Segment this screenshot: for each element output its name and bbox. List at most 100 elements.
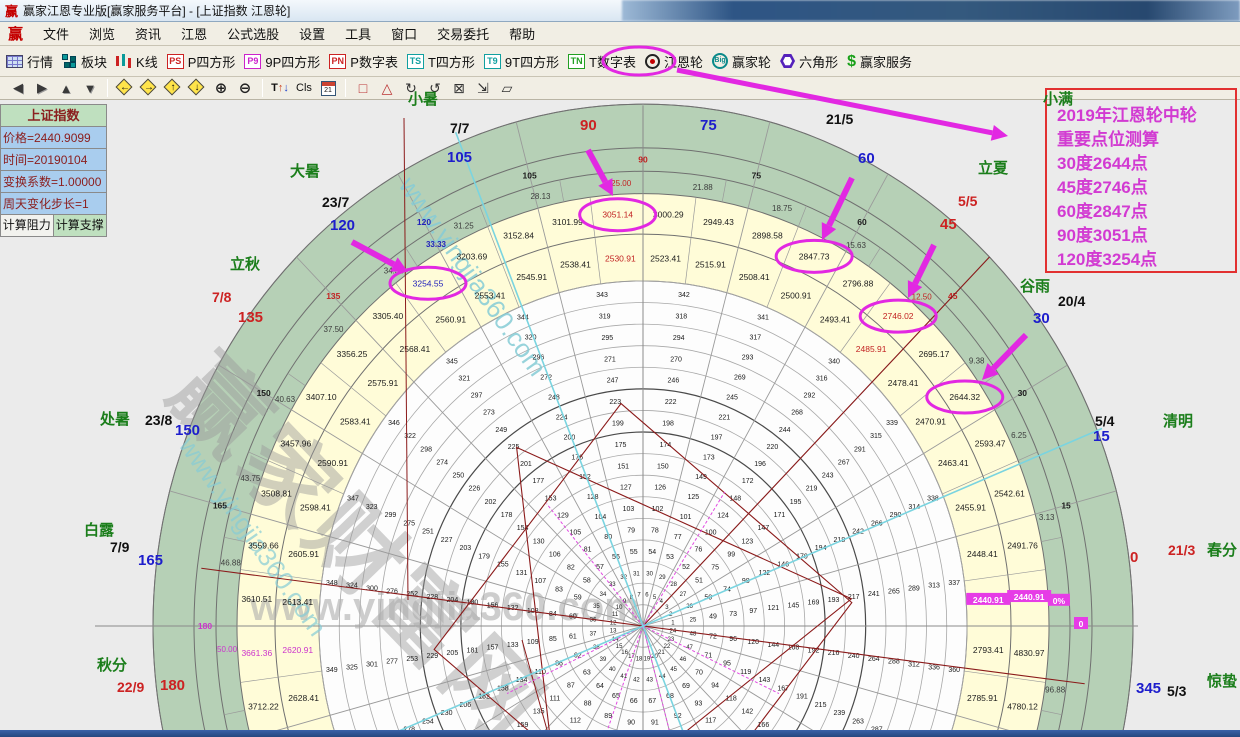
pan-right-button[interactable]: → — [137, 78, 161, 98]
menu-item-9[interactable]: 帮助 — [499, 22, 545, 45]
toolbar-button-赢家服务[interactable]: $赢家服务 — [847, 52, 912, 71]
toolbar-button-P四方形[interactable]: PSP四方形 — [167, 52, 236, 71]
toolbar-button-label: 赢家服务 — [860, 52, 912, 71]
menu-logo-icon: 赢 — [8, 23, 23, 44]
menu-item-8[interactable]: 交易委托 — [427, 22, 499, 45]
pan-left-button[interactable]: ← — [113, 78, 137, 98]
annotation-box: 2019年江恩轮中轮重要点位测算30度2644点45度2746点60度2847点… — [1045, 88, 1237, 273]
rotate-ccw-button[interactable]: ↺ — [423, 78, 447, 98]
zoom-in-icon: ⊕ — [215, 79, 228, 97]
toolbar-button-江恩轮[interactable]: 江恩轮 — [645, 52, 703, 71]
menu-item-2[interactable]: 资讯 — [125, 22, 171, 45]
zoom-out-button[interactable]: ⊖ — [233, 78, 257, 98]
time-value: 时间=20190104 — [1, 149, 106, 171]
toolbar-button-label: 江恩轮 — [664, 52, 703, 71]
toolbar-separator — [262, 79, 263, 97]
triangle-tool-button[interactable]: △ — [375, 78, 399, 98]
menu-item-1[interactable]: 浏览 — [79, 22, 125, 45]
nav-left-button[interactable]: ◀ — [6, 78, 30, 98]
menu-item-0[interactable]: 文件 — [33, 22, 79, 45]
annotation-line: 45度2746点 — [1057, 176, 1229, 200]
annotation-line: 2019年江恩轮中轮 — [1057, 104, 1229, 128]
toolbar-button-T数字表[interactable]: TN T数字表 — [568, 52, 636, 71]
menu-bar: 赢 文件浏览资讯江恩公式选股设置工具窗口交易委托帮助 — [0, 22, 1240, 46]
cls-icon: Cls — [296, 82, 312, 94]
toolbar-button-行情[interactable]: 行情 — [6, 52, 53, 71]
toolbar-button-label: T四方形 — [428, 52, 475, 71]
pn-badge-icon: PN — [329, 54, 346, 69]
app-logo-icon: 赢 — [5, 1, 18, 20]
kline-icon — [116, 54, 132, 69]
calc-resistance-button[interactable]: 计算阻力 — [1, 215, 54, 236]
menu-item-5[interactable]: 设置 — [289, 22, 335, 45]
toolbar-button-9P四方形[interactable]: P99P四方形 — [244, 52, 320, 71]
toolbar-separator — [107, 79, 108, 97]
annotation-line: 重要点位测算 — [1057, 128, 1229, 152]
nav-right-button[interactable]: ▶ — [30, 78, 54, 98]
select-tool-button[interactable]: ▱ — [495, 78, 519, 98]
menu-item-3[interactable]: 江恩 — [171, 22, 217, 45]
annotation-line: 30度2644点 — [1057, 152, 1229, 176]
menu-item-4[interactable]: 公式选股 — [217, 22, 289, 45]
rotate-cw-icon: ↻ — [405, 80, 417, 97]
main-toolbar: 行情板块 K线 PSP四方形 P99P四方形 PN P数字表 TS T四方形 T99T四方形 TN… — [0, 46, 1240, 77]
diamond-arrow-icon: → — [140, 79, 158, 97]
rotate-ccw-icon: ↺ — [429, 80, 441, 97]
toolbar-button-label: P数字表 — [350, 52, 398, 71]
fit-button[interactable]: ⇲ — [471, 78, 495, 98]
toolbar-button-label: 9P四方形 — [265, 52, 320, 71]
calendar-button[interactable]: 21 — [316, 78, 340, 98]
toolbar-button-label: 六角形 — [799, 52, 838, 71]
select-tool-icon: ▱ — [502, 80, 513, 97]
toolbar-button-K线[interactable]: K线 — [116, 52, 158, 71]
annotation-line: 90度3051点 — [1057, 224, 1229, 248]
toolbar-button-P数字表[interactable]: PN P数字表 — [329, 52, 398, 71]
nav-up-button[interactable]: ▲ — [54, 78, 78, 98]
panel-title: 上证指数 — [1, 105, 106, 127]
cls-button[interactable]: Cls — [292, 78, 316, 98]
toolbar-button-T四方形[interactable]: TS T四方形 — [407, 52, 475, 71]
nav-down-icon: ▼ — [84, 81, 97, 96]
step-value: 周天变化步长=1 — [1, 193, 106, 215]
fit-icon: ⇲ — [477, 80, 489, 97]
toolbar-button-label: T数字表 — [589, 52, 636, 71]
rotate-cw-button[interactable]: ↻ — [399, 78, 423, 98]
delete-box-button[interactable]: ⊠ — [447, 78, 471, 98]
t9-badge-icon: T9 — [484, 54, 501, 69]
coefficient-value: 变换系数=1.00000 — [1, 171, 106, 193]
toolbar-button-板块[interactable]: 板块 — [62, 52, 107, 71]
toolbar-button-label: P四方形 — [188, 52, 236, 71]
ts-badge-icon: TS — [407, 54, 424, 69]
toolbar-button-label: 赢家轮 — [732, 52, 771, 71]
square-tool-button[interactable]: □ — [351, 78, 375, 98]
toolbar-button-赢家轮[interactable]: Big赢家轮 — [712, 52, 771, 71]
toolbar-button-label: 行情 — [27, 52, 53, 71]
nav-left-icon: ◀ — [13, 80, 23, 96]
tn-badge-icon: TN — [568, 54, 585, 69]
gann-wheel-icon — [645, 54, 660, 69]
menu-item-7[interactable]: 窗口 — [381, 22, 427, 45]
hexagon-icon — [780, 54, 795, 69]
diamond-arrow-icon: ← — [116, 79, 134, 97]
pan-down-button[interactable]: ↓ — [185, 78, 209, 98]
toolbar-button-9T四方形[interactable]: T99T四方形 — [484, 52, 559, 71]
toolbar-separator — [345, 79, 346, 97]
toolbar-button-六角形[interactable]: 六角形 — [780, 52, 838, 71]
nav-up-icon: ▲ — [60, 81, 73, 96]
pan-up-button[interactable]: ↑ — [161, 78, 185, 98]
range-icon: T↑↓ — [271, 82, 289, 94]
square-tool-icon: □ — [359, 80, 367, 96]
diamond-arrow-icon: ↑ — [164, 79, 182, 97]
price-range-button[interactable]: T↑↓ — [268, 78, 292, 98]
triangle-tool-icon: △ — [382, 80, 393, 97]
quote-table-icon — [6, 55, 23, 68]
toolbar-button-label: K线 — [136, 52, 158, 71]
zoom-in-button[interactable]: ⊕ — [209, 78, 233, 98]
titlebar-blurred-region — [622, 0, 1240, 21]
nav-right-icon: ▶ — [37, 80, 47, 96]
nav-down-button[interactable]: ▼ — [78, 78, 102, 98]
calc-support-button[interactable]: 计算支撑 — [54, 215, 107, 236]
menu-item-6[interactable]: 工具 — [335, 22, 381, 45]
index-info-panel: 上证指数 价格=2440.9099 时间=20190104 变换系数=1.000… — [0, 104, 107, 237]
diamond-arrow-icon: ↓ — [188, 79, 206, 97]
